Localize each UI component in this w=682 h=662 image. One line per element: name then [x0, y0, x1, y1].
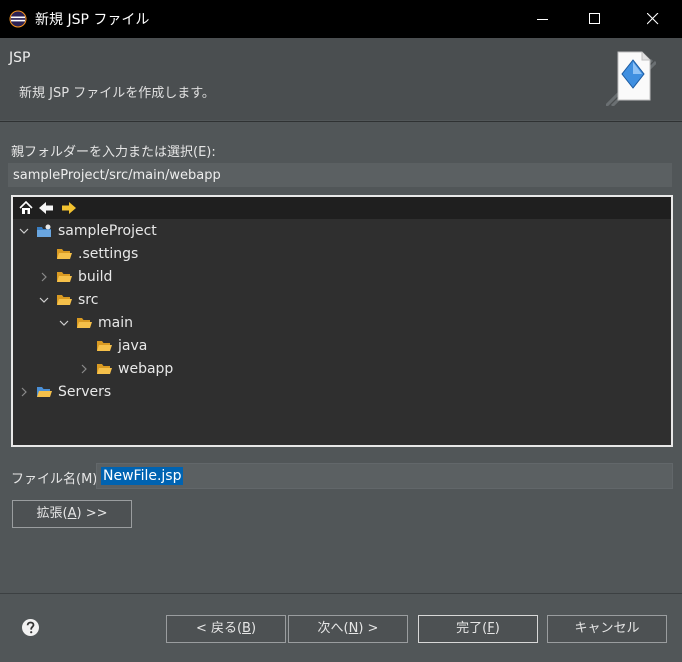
folder-icon	[77, 318, 92, 328]
chevron-right-icon[interactable]	[38, 271, 50, 283]
parent-folder-input[interactable]	[9, 164, 671, 186]
folder-icon	[57, 249, 72, 259]
tree-item-settings[interactable]: .settings	[56, 243, 138, 265]
folder-icon	[37, 387, 52, 397]
tree-item-java[interactable]: java	[96, 335, 147, 357]
wizard-banner: JSP 新規 JSP ファイルを作成します。	[0, 38, 682, 120]
folder-icon	[57, 295, 72, 305]
tree-item-label: src	[78, 292, 99, 308]
tree-item-label: .settings	[78, 246, 139, 262]
project-icon	[37, 224, 51, 237]
tree-item-build[interactable]: build	[38, 266, 112, 288]
banner-separator	[0, 121, 682, 122]
chevron-right-icon[interactable]	[18, 386, 30, 398]
eclipse-icon	[9, 10, 27, 28]
help-icon[interactable]	[21, 618, 40, 637]
folder-tree[interactable]: sampleProject .settings build src main j…	[11, 195, 673, 447]
finish-button[interactable]: 完了(F)	[418, 615, 538, 643]
tree-item-label: webapp	[118, 361, 174, 377]
back-button[interactable]: < 戻る(B)	[166, 615, 286, 643]
jsp-wizard-icon	[606, 51, 656, 106]
chevron-right-icon[interactable]	[78, 363, 90, 375]
chevron-down-icon[interactable]	[18, 225, 30, 237]
parent-folder-field[interactable]	[8, 163, 672, 187]
advanced-button[interactable]: 拡張(A) >>	[12, 500, 132, 528]
maximize-icon	[589, 13, 600, 24]
title-bar: 新規 JSP ファイル	[0, 0, 682, 38]
minimize-icon	[537, 19, 548, 20]
chevron-down-icon[interactable]	[58, 317, 70, 329]
home-icon[interactable]	[18, 200, 34, 216]
banner-title: JSP	[9, 50, 31, 66]
cancel-button[interactable]: キャンセル	[547, 615, 667, 643]
tree-item-src[interactable]: src	[38, 289, 98, 311]
close-icon	[647, 13, 659, 25]
maximize-button[interactable]	[572, 0, 618, 38]
back-arrow-icon[interactable]	[38, 200, 54, 216]
new-jsp-dialog: JSP 新規 JSP ファイルを作成します。 親フォルダーを入力または選択(E)…	[0, 38, 682, 662]
tree-item-label: main	[98, 315, 133, 331]
close-button[interactable]	[630, 0, 676, 38]
tree-item-main[interactable]: main	[58, 312, 133, 334]
tree-item-sampleproject[interactable]: sampleProject	[18, 220, 157, 242]
tree-item-label: Servers	[58, 384, 112, 400]
file-name-input[interactable]: NewFile.jsp	[96, 463, 673, 489]
tree-item-label: java	[118, 338, 148, 354]
file-name-value: NewFile.jsp	[101, 467, 184, 485]
tree-item-servers[interactable]: Servers	[18, 381, 111, 403]
minimize-button[interactable]	[520, 0, 566, 38]
button-bar-separator	[0, 593, 682, 594]
folder-icon	[57, 272, 72, 282]
tree-item-label: sampleProject	[58, 223, 157, 239]
forward-arrow-icon[interactable]	[61, 200, 77, 216]
window-title: 新規 JSP ファイル	[35, 12, 150, 28]
chevron-down-icon[interactable]	[38, 294, 50, 306]
file-name-label: ファイル名(M):	[11, 472, 102, 487]
tree-item-label: build	[78, 269, 113, 285]
banner-message: 新規 JSP ファイルを作成します。	[19, 86, 215, 101]
parent-folder-label: 親フォルダーを入力または選択(E):	[11, 145, 216, 160]
tree-item-webapp[interactable]: webapp	[78, 358, 173, 380]
next-button[interactable]: 次へ(N) >	[288, 615, 408, 643]
folder-icon	[97, 341, 112, 351]
tree-toolbar	[13, 197, 671, 219]
folder-icon	[97, 364, 112, 374]
